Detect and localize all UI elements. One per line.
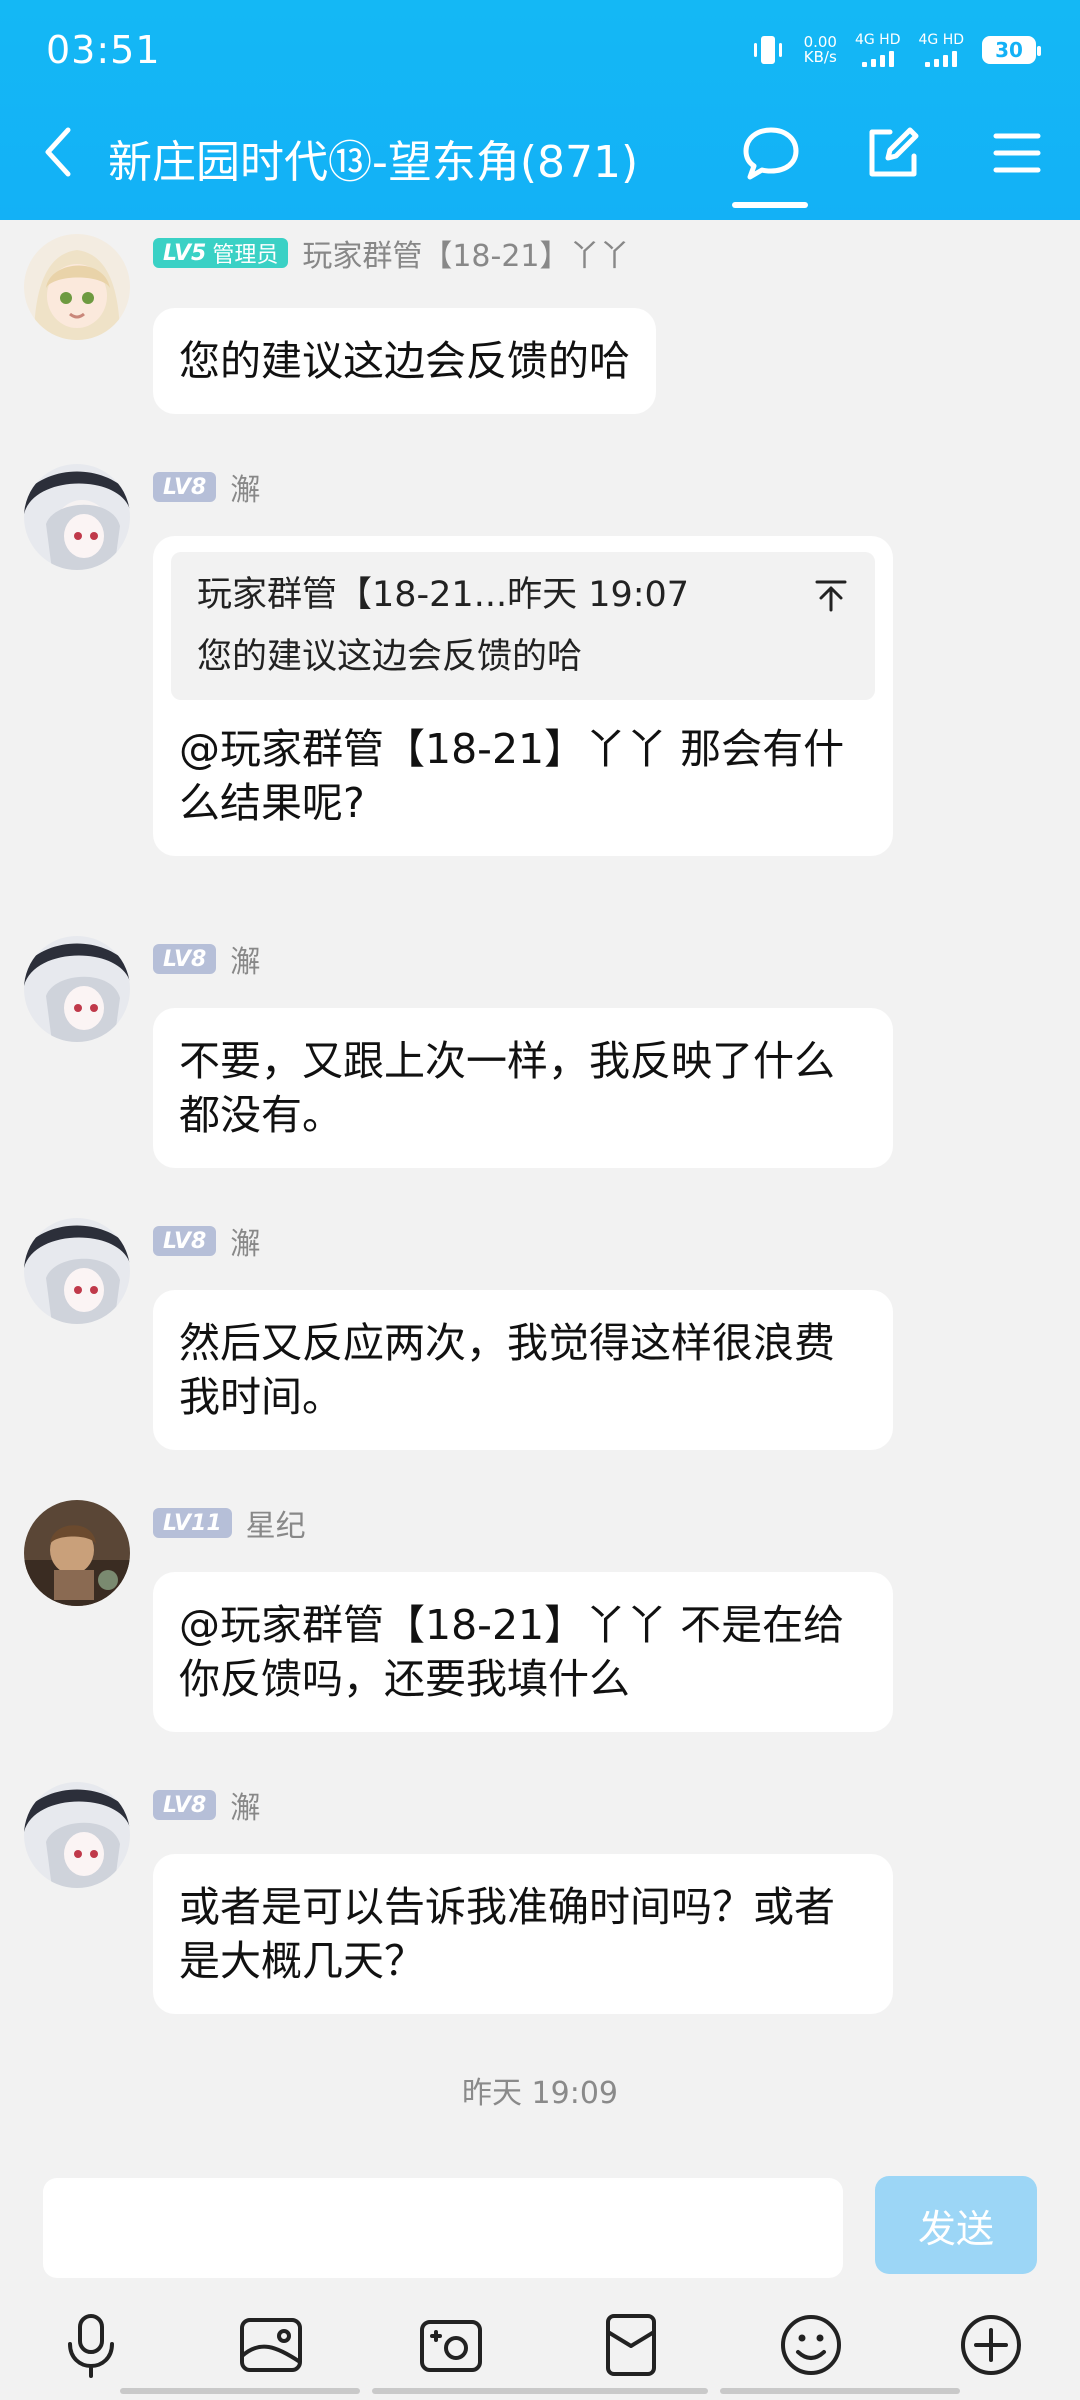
message-text: @玩家群管【18-21】丫丫 那会有什么结果呢? — [179, 725, 845, 827]
gesture-bar — [120, 2388, 360, 2394]
message-bubble[interactable]: 玩家群管【18-21...昨天 19:07 您的建议这边会反馈的哈 @玩家群管【… — [153, 536, 893, 856]
message-meta: LV11 星纪 — [153, 1506, 306, 1544]
avatar[interactable] — [24, 1782, 130, 1888]
net-speed-unit: KB/s — [803, 48, 837, 66]
message-meta: LV8 澥 — [153, 1788, 260, 1826]
message-meta: LV8 澥 — [153, 470, 260, 508]
jump-to-quote-icon[interactable] — [813, 576, 849, 612]
battery-level: 30 — [995, 38, 1023, 62]
edit-icon[interactable] — [860, 120, 926, 186]
microphone-icon[interactable] — [56, 2310, 126, 2380]
signal-1-label: 4G HD — [854, 32, 901, 48]
signal-2-label: 4G HD — [918, 32, 964, 48]
status-bar: 03:51 0.00 KB/s 4G HD 4G HD 30 — [0, 0, 1080, 100]
page-title: 新庄园时代⑬-望东角(871) — [108, 137, 639, 188]
gesture-bar — [720, 2388, 960, 2394]
send-button[interactable]: 发送 — [875, 2176, 1037, 2274]
chat-bubble-icon[interactable] — [738, 120, 804, 186]
quote-text: 您的建议这边会反馈的哈 — [197, 637, 583, 677]
sender-name: 澥 — [230, 1791, 261, 1826]
avatar[interactable] — [24, 1500, 130, 1606]
title-bar: 新庄园时代⑬-望东角(871) — [0, 100, 1080, 220]
message-bubble[interactable]: 您的建议这边会反馈的哈 — [153, 308, 656, 414]
level-badge: LV8 — [153, 1790, 217, 1820]
quoted-message[interactable]: 玩家群管【18-21...昨天 19:07 您的建议这边会反馈的哈 — [171, 552, 875, 700]
level-badge: LV8 — [153, 944, 217, 974]
message-bubble[interactable]: @玩家群管【18-21】丫丫 不是在给你反馈吗，还要我填什么 — [153, 1572, 893, 1732]
quote-header: 玩家群管【18-21...昨天 19:07 — [197, 575, 690, 615]
vibrate-icon — [753, 36, 782, 64]
red-packet-icon[interactable] — [596, 2310, 666, 2380]
level-badge: LV5 — [163, 240, 207, 266]
avatar[interactable] — [24, 936, 130, 1042]
net-speed: 0.00 KB/s — [804, 35, 837, 65]
message-meta: LV8 澥 — [153, 942, 260, 980]
message-bubble[interactable]: 或者是可以告诉我准确时间吗？或者是大概几天？ — [153, 1854, 893, 2014]
avatar[interactable] — [24, 1218, 130, 1324]
signal-1: 4G HD — [854, 32, 901, 67]
status-icons: 0.00 KB/s 4G HD 4G HD 30 — [750, 28, 1041, 72]
signal-bars-icon — [925, 51, 958, 67]
message-meta: LV5 管理员 玩家群管【18-21】丫丫 — [153, 236, 630, 274]
back-icon[interactable] — [30, 122, 90, 182]
input-area: 发送 — [0, 2160, 1080, 2400]
level-badge: LV8 — [153, 1226, 217, 1256]
sender-name: 澥 — [230, 945, 261, 980]
sender-name: 澥 — [230, 1227, 261, 1262]
header: 03:51 0.00 KB/s 4G HD 4G HD 30 新庄园时代⑬-望东… — [0, 0, 1080, 220]
sender-name: 玩家群管【18-21】丫丫 — [302, 239, 630, 274]
message-bubble[interactable]: 然后又反应两次，我觉得这样很浪费我时间。 — [153, 1290, 893, 1450]
role-badge: 管理员 — [212, 243, 279, 268]
gesture-bar — [372, 2388, 708, 2394]
level-badge: LV11 — [153, 1508, 232, 1538]
avatar[interactable] — [24, 234, 130, 340]
message-meta: LV8 澥 — [153, 1224, 260, 1262]
signal-2: 4G HD — [918, 33, 964, 67]
level-badge: LV8 — [153, 472, 217, 502]
battery-icon: 30 — [982, 36, 1041, 64]
message-input[interactable] — [43, 2178, 843, 2278]
sender-name: 星纪 — [245, 1509, 306, 1544]
plus-icon[interactable] — [956, 2310, 1026, 2380]
emoji-icon[interactable] — [776, 2310, 846, 2380]
sender-name: 澥 — [230, 473, 261, 508]
admin-level-badge: LV5 管理员 — [153, 238, 289, 268]
signal-bars-icon — [861, 51, 894, 67]
status-time: 03:51 — [46, 28, 161, 72]
timestamp: 昨天 19:09 — [462, 2076, 618, 2111]
avatar[interactable] — [24, 464, 130, 570]
menu-icon[interactable] — [984, 120, 1050, 186]
message-bubble[interactable]: 不要，又跟上次一样，我反映了什么都没有。 — [153, 1008, 893, 1168]
image-icon[interactable] — [236, 2310, 306, 2380]
camera-icon[interactable] — [416, 2310, 486, 2380]
tab-underline — [732, 202, 808, 208]
